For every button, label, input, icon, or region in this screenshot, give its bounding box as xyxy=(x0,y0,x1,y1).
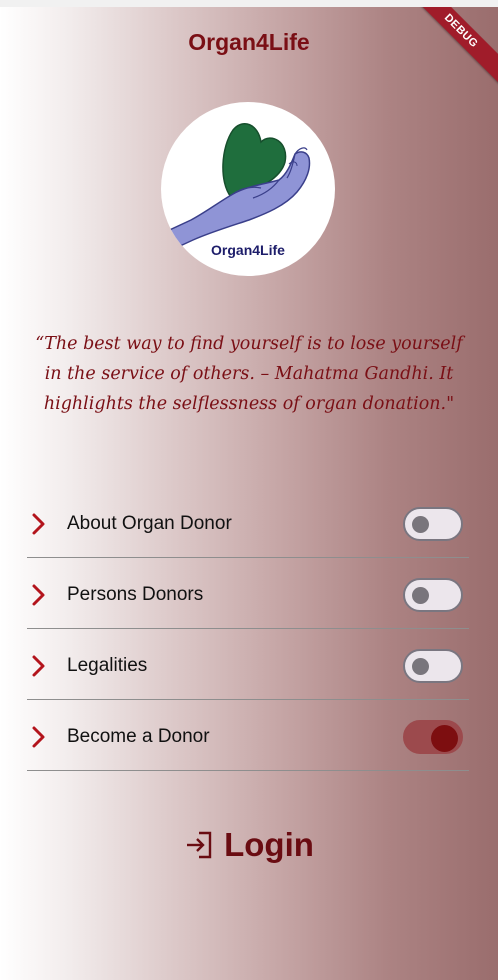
menu-item-label: Persons Donors xyxy=(67,584,204,605)
menu-list: About Organ Donor Persons Donors Legalit… xyxy=(27,488,469,771)
app-screen: Organ4Life Organ4Life DEBUG “The best wa… xyxy=(0,7,498,980)
toggle-knob xyxy=(431,725,458,752)
login-label: Login xyxy=(224,826,314,863)
toggle-knob xyxy=(412,587,429,604)
menu-item-label: About Organ Donor xyxy=(67,513,232,534)
menu-item-label: Legalities xyxy=(67,655,148,676)
logo-text: Organ4Life xyxy=(211,242,285,258)
menu-item-persons-donors[interactable]: Persons Donors xyxy=(27,559,469,629)
legalities-toggle[interactable] xyxy=(403,649,463,683)
app-logo: Organ4Life xyxy=(161,102,335,276)
menu-item-about-organ-donor[interactable]: About Organ Donor xyxy=(27,488,469,558)
toggle-knob xyxy=(412,516,429,533)
status-bar xyxy=(0,0,498,7)
toggle-knob xyxy=(412,658,429,675)
menu-item-label: Become a Donor xyxy=(67,726,210,747)
quote-text: “The best way to find yourself is to los… xyxy=(35,334,463,414)
menu-item-become-a-donor[interactable]: Become a Donor xyxy=(27,701,469,771)
login-button[interactable]: Login xyxy=(0,822,498,868)
about-organ-donor-toggle[interactable] xyxy=(403,507,463,541)
chevron-right-icon xyxy=(32,726,45,748)
app-title: Organ4Life xyxy=(188,29,310,55)
chevron-right-icon xyxy=(32,513,45,535)
menu-item-legalities[interactable]: Legalities xyxy=(27,630,469,700)
become-a-donor-toggle[interactable] xyxy=(403,720,463,754)
persons-donors-toggle[interactable] xyxy=(403,578,463,612)
chevron-right-icon xyxy=(32,655,45,677)
chevron-right-icon xyxy=(32,584,45,606)
login-icon xyxy=(187,831,212,859)
